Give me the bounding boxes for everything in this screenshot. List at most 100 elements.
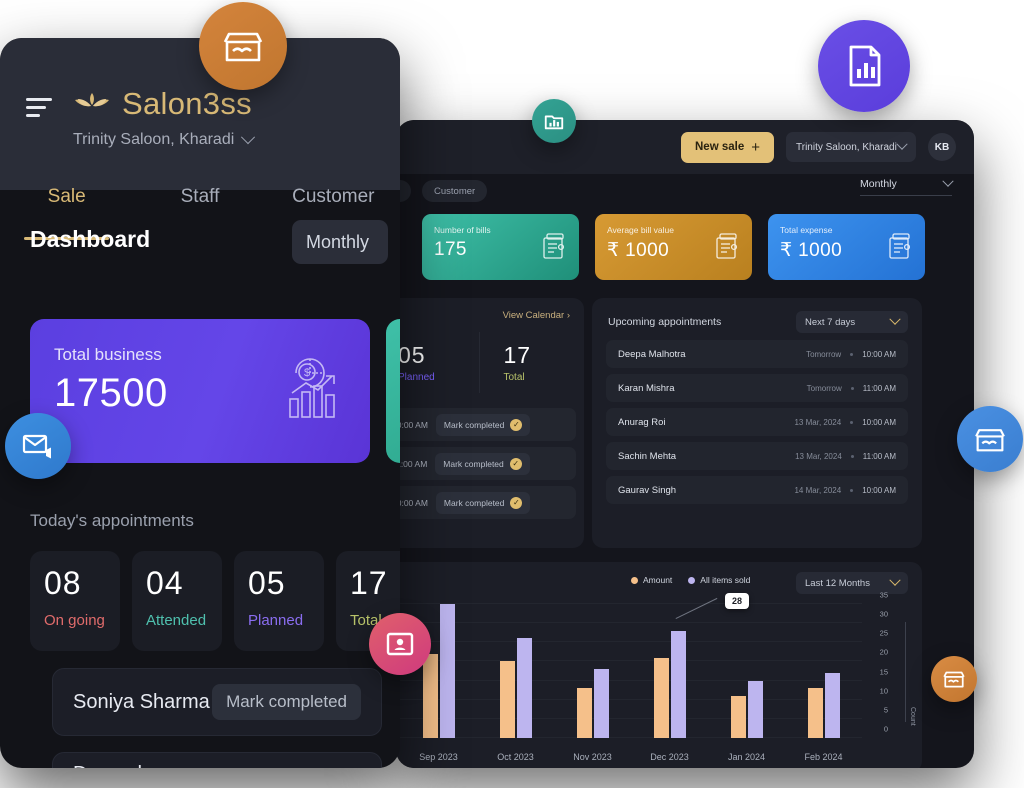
table-row[interactable]: 10:00 AM Mark completed ✓ (396, 486, 576, 519)
stat-card-number-of-bills[interactable]: Number of bills 175 (422, 214, 579, 280)
bar[interactable] (439, 604, 455, 738)
mail-announcement-icon[interactable] (5, 413, 71, 479)
separator-dot-icon (850, 454, 854, 458)
table-row[interactable]: 11:00 AM Mark completed ✓ (396, 447, 576, 480)
table-row[interactable]: Karan Mishra Tomorrow 11:00 AM (606, 374, 908, 402)
bar[interactable] (499, 661, 515, 738)
mobile-branch-selector[interactable]: Trinity Saloon, Kharadi (73, 130, 256, 149)
tab-sale[interactable]: Sale (0, 186, 133, 240)
tab-staff[interactable]: Staff (133, 186, 266, 230)
view-calendar-link[interactable]: View Calendar › (503, 310, 570, 321)
count-number: 05 (248, 565, 286, 601)
appointment-name: Soniya Sharma (73, 690, 210, 713)
chevron-down-icon (241, 130, 256, 145)
period-selector[interactable]: Monthly (860, 175, 954, 196)
y-axis-arrow (905, 622, 906, 722)
chart-y-axis-label: Count (909, 707, 916, 726)
storefront-icon[interactable] (957, 406, 1023, 472)
appointment-date: Tomorrow (806, 383, 842, 393)
bar-group (708, 604, 785, 738)
bar[interactable] (422, 653, 438, 738)
check-circle-icon: ✓ (510, 418, 523, 431)
count-number: 17 (350, 565, 388, 601)
new-sale-button[interactable]: New sale + (681, 131, 774, 163)
upcoming-filter-select[interactable]: Next 7 days (796, 311, 908, 333)
storefront-icon[interactable] (931, 656, 977, 702)
chevron-down-icon (942, 175, 954, 187)
mini-stat-number: 17 (503, 342, 532, 368)
bar[interactable] (653, 657, 669, 738)
legend-item-all-items-sold: All items sold (688, 575, 750, 585)
chart-legend: Amount All items sold (631, 575, 750, 585)
appointment-time: 10:00 AM (396, 497, 428, 508)
table-row[interactable]: Gaurav Singh 14 Mar, 2024 10:00 AM (606, 476, 908, 504)
mark-completed-button[interactable]: Mark completed (212, 684, 361, 720)
avatar-initials: KB (934, 141, 950, 153)
appointment-rows: 10:00 AM Mark completed ✓ 11:00 AM Mark … (396, 408, 584, 525)
bar-group (631, 604, 708, 738)
chart-tooltip: 28 (724, 593, 749, 610)
tab-customer[interactable]: Customer (422, 180, 488, 202)
appointment-meta: Tomorrow 10:00 AM (806, 350, 896, 359)
mark-completed-button[interactable]: Mark completed ✓ (435, 491, 531, 514)
folder-chart-icon[interactable] (532, 99, 576, 143)
storefront-icon[interactable] (199, 2, 287, 90)
lotus-icon (75, 93, 109, 107)
branch-selector[interactable]: Trinity Saloon, Kharadi (786, 132, 916, 162)
bar[interactable] (807, 688, 823, 738)
total-business-card[interactable]: Total business 17500 $ (30, 319, 370, 463)
appointment-mini-stats: 05 Planned 17 Total (396, 332, 584, 393)
upcoming-appointments-panel: Upcoming appointments Next 7 days Deepa … (592, 298, 922, 548)
bar-group (554, 604, 631, 738)
list-item[interactable]: Durgesh Patidar Mark completed (52, 752, 382, 768)
upcoming-title: Upcoming appointments (608, 316, 722, 328)
todays-appointments-label: Today's appointments (30, 511, 194, 530)
mark-completed-button[interactable]: Mark completed ✓ (435, 413, 531, 436)
appointment-date: 13 Mar, 2024 (794, 417, 842, 427)
bar[interactable] (747, 680, 763, 738)
sales-chart-panel: Amount All items sold Last 12 Months 28 … (396, 562, 922, 768)
count-label: Attended (146, 612, 207, 629)
screenshot-stage: New sale + Trinity Saloon, Kharadi KB ff… (0, 0, 1024, 788)
table-row[interactable]: Anurag Roi 13 Mar, 2024 10:00 AM (606, 408, 908, 436)
appointment-time: 11:00 AM (862, 383, 896, 393)
bar[interactable] (670, 630, 686, 738)
mobile-secondary-card[interactable] (386, 319, 400, 463)
contact-folder-icon[interactable] (369, 613, 431, 675)
mark-completed-button[interactable]: Mark completed ✓ (435, 452, 530, 475)
table-row[interactable]: Sachin Mehta 13 Mar, 2024 11:00 AM (606, 442, 908, 470)
mobile-header: Salon3ss Trinity Saloon, Kharadi (0, 38, 400, 190)
hamburger-menu-icon[interactable] (26, 98, 52, 122)
mark-completed-label: Mark completed (443, 458, 504, 469)
y-axis-tick-label: 35 (879, 590, 888, 600)
table-row[interactable]: 10:00 AM Mark completed ✓ (396, 408, 576, 441)
appointment-date: 13 Mar, 2024 (795, 451, 842, 461)
list-item[interactable]: Soniya Sharma Mark completed (52, 668, 382, 736)
bill-icon (716, 233, 738, 259)
appointment-meta: 13 Mar, 2024 10:00 AM (794, 418, 896, 427)
legend-swatch (688, 576, 696, 584)
stat-card-total-expense[interactable]: Total expense ₹ 1000 (768, 214, 925, 280)
count-number: 08 (44, 565, 82, 601)
y-axis-tick-label: 30 (879, 609, 888, 619)
x-axis-tick-label: Dec 2023 (650, 752, 689, 762)
bar[interactable] (824, 672, 840, 738)
appointment-time: 10:00 AM (396, 419, 428, 430)
avatar[interactable]: KB (928, 133, 956, 161)
appointment-name: Sachin Mehta (618, 450, 677, 462)
mini-stat-planned: 05 Planned (396, 332, 480, 393)
bar[interactable] (593, 669, 609, 738)
bar[interactable] (516, 638, 532, 738)
stat-card-average-bill-value[interactable]: Average bill value ₹ 1000 (595, 214, 752, 280)
bar[interactable] (730, 695, 746, 738)
bar[interactable] (576, 688, 592, 738)
growth-chart-dollar-icon: $ (289, 358, 335, 418)
chart-range-select[interactable]: Last 12 Months (796, 572, 908, 594)
separator-dot-icon (850, 386, 854, 390)
appointment-meta: 13 Mar, 2024 11:00 AM (795, 452, 896, 461)
count-card-planned: 05 Planned (234, 551, 324, 651)
mobile-period-label: Monthly (306, 231, 370, 252)
mobile-period-selector[interactable]: Monthly (292, 220, 388, 264)
table-row[interactable]: Deepa Malhotra Tomorrow 10:00 AM (606, 340, 908, 368)
report-document-icon[interactable] (818, 20, 910, 112)
